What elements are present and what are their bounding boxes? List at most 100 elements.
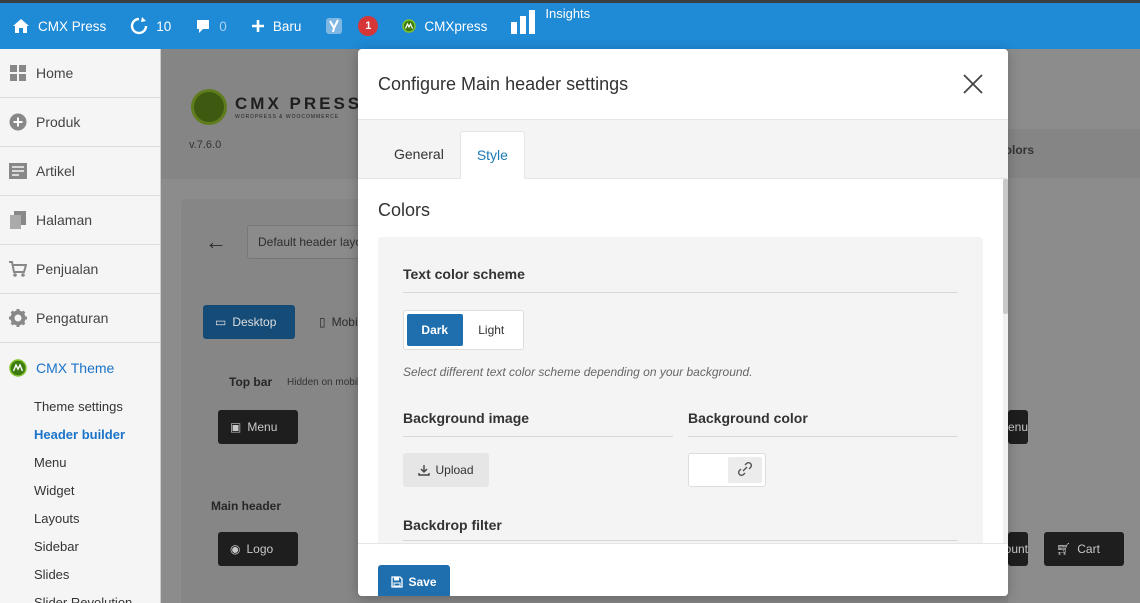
sidebar-item-artikel[interactable]: Artikel [0, 147, 160, 196]
cmx-logo-icon [191, 89, 227, 125]
new-label: Baru [272, 18, 302, 34]
account-element[interactable]: Account [1008, 532, 1028, 566]
modal-header: Configure Main header settings [358, 49, 1008, 120]
logo-text: CMX PRESS [235, 94, 363, 113]
desktop-view-button[interactable]: ▭ Desktop [203, 305, 295, 339]
sidebar-item-cmx-theme[interactable]: CMX Theme [0, 343, 160, 392]
modal-title: Configure Main header settings [378, 73, 629, 94]
colors-partial-label: Colors [1008, 143, 1034, 157]
comments-link[interactable]: 0 [195, 18, 227, 34]
sidebar-item-label: Halaman [36, 212, 93, 228]
submenu-slider-revolution[interactable]: Slider Revolution [0, 588, 160, 603]
dashboard-icon [9, 64, 27, 82]
menu-element-label: Menu [247, 420, 278, 434]
account-element-label: Account [1008, 542, 1028, 556]
sidebar-item-produk[interactable]: Produk [0, 98, 160, 147]
site-name-label: CMX Press [38, 18, 107, 34]
home-icon [12, 18, 30, 34]
version-label: v.7.6.0 [189, 139, 222, 151]
cmxpress-link[interactable]: CMXpress [402, 19, 487, 34]
bg-image-label: Background image [403, 410, 530, 426]
admin-bar: CMX Press 10 0 Baru 1 CMXpress Insights [0, 0, 1140, 49]
save-button[interactable]: Save [378, 565, 450, 596]
new-content-link[interactable]: Baru [251, 18, 302, 34]
divider [403, 436, 673, 437]
divider [688, 436, 958, 437]
updates-count: 10 [156, 18, 172, 34]
scheme-dark-button[interactable]: Dark [407, 314, 463, 346]
insights-link[interactable]: Insights [511, 6, 590, 34]
bg-color-picker[interactable] [688, 453, 766, 487]
divider [403, 540, 958, 541]
colors-section-title: Colors [378, 200, 431, 220]
article-icon [9, 162, 27, 180]
modal-tabs: General Style [358, 120, 1008, 179]
link-icon [737, 461, 753, 479]
submenu-widget[interactable]: Widget [0, 476, 160, 504]
phone-icon: ▯ [319, 315, 326, 329]
hidden-on-mobile-label: Hidden on mobile [287, 377, 365, 388]
modal-scrollbar[interactable] [1003, 179, 1008, 543]
plus-circle-icon [9, 113, 27, 131]
divider [403, 292, 958, 293]
submenu-slides[interactable]: Slides [0, 560, 160, 588]
cmx-logo-icon [9, 358, 27, 377]
logo-element-label: Logo [246, 542, 274, 556]
logo-element[interactable]: ◉ Logo [218, 532, 298, 566]
refresh-icon [130, 17, 148, 35]
sidebar-item-penjualan[interactable]: Penjualan [0, 245, 160, 294]
back-arrow-icon[interactable]: ← [205, 229, 227, 255]
yoast-icon [325, 17, 343, 35]
submenu-theme-settings[interactable]: Theme settings [0, 392, 160, 420]
bar-chart-icon [511, 10, 537, 34]
scrollbar-thumb[interactable] [1003, 179, 1008, 314]
tab-general[interactable]: General [378, 130, 460, 178]
color-scheme-toggle: Dark Light [403, 310, 524, 350]
admin-sidebar: Home Produk Artikel Halaman Penjualan Pe… [0, 49, 161, 603]
sidebar-item-pengaturan[interactable]: Pengaturan [0, 294, 160, 343]
sidebar-item-label: Home [36, 65, 74, 81]
cmx-theme-submenu: Theme settings Header builder Menu Widge… [0, 392, 160, 603]
plus-icon [251, 19, 265, 33]
main-header-label: Main header [211, 499, 282, 513]
updates-link[interactable]: 10 [130, 17, 171, 35]
scheme-light-button[interactable]: Light [463, 314, 520, 346]
sidebar-item-home[interactable]: Home [0, 49, 160, 98]
pick-color-button[interactable] [728, 457, 762, 483]
floppy-disk-icon [391, 576, 404, 588]
cart-icon [9, 260, 27, 278]
upload-button[interactable]: Upload [403, 453, 489, 487]
cmx-logo-icon [402, 19, 417, 33]
logo-tagline: WORDPRESS & WOOCOMMERCE [235, 114, 340, 120]
pages-icon [9, 211, 27, 229]
submenu-sidebar[interactable]: Sidebar [0, 532, 160, 560]
text-color-scheme-label: Text color scheme [403, 266, 525, 282]
submenu-menu[interactable]: Menu [0, 448, 160, 476]
sidebar-item-label: Penjualan [36, 261, 99, 277]
insights-label: Insights [545, 6, 591, 21]
logo-element-icon: ◉ [230, 542, 241, 556]
cart-icon: 🛒︎ [1056, 542, 1072, 556]
partial-menu-element[interactable]: Menu [1008, 410, 1028, 444]
cmxpress-label: CMXpress [424, 18, 488, 34]
yoast-link[interactable]: 1 [325, 16, 379, 36]
modal-footer: Save [358, 543, 1008, 596]
submenu-layouts[interactable]: Layouts [0, 504, 160, 532]
cart-element-label: Cart [1077, 542, 1100, 556]
menu-element[interactable]: ▣ Menu [218, 410, 298, 444]
page-right-area: Colors Menu Account 🛒︎ Cart [1008, 49, 1140, 603]
cart-element[interactable]: 🛒︎ Cart [1044, 532, 1124, 566]
partial-menu-label: Menu [1008, 420, 1028, 434]
submenu-header-builder[interactable]: Header builder [0, 420, 160, 448]
close-icon[interactable] [962, 73, 984, 95]
sidebar-item-label: Pengaturan [36, 310, 109, 326]
site-name-link[interactable]: CMX Press [12, 18, 106, 34]
sidebar-item-halaman[interactable]: Halaman [0, 196, 160, 245]
cmx-press-logo: CMX PRESS WORDPRESS & WOOCOMMERCE [191, 89, 362, 125]
tab-style[interactable]: Style [459, 131, 525, 179]
comments-count: 0 [219, 18, 227, 34]
sidebar-item-label: Produk [36, 114, 81, 130]
monitor-icon: ▭ [215, 315, 227, 329]
menu-element-icon: ▣ [230, 420, 242, 434]
top-bar-label: Top bar [229, 375, 273, 389]
